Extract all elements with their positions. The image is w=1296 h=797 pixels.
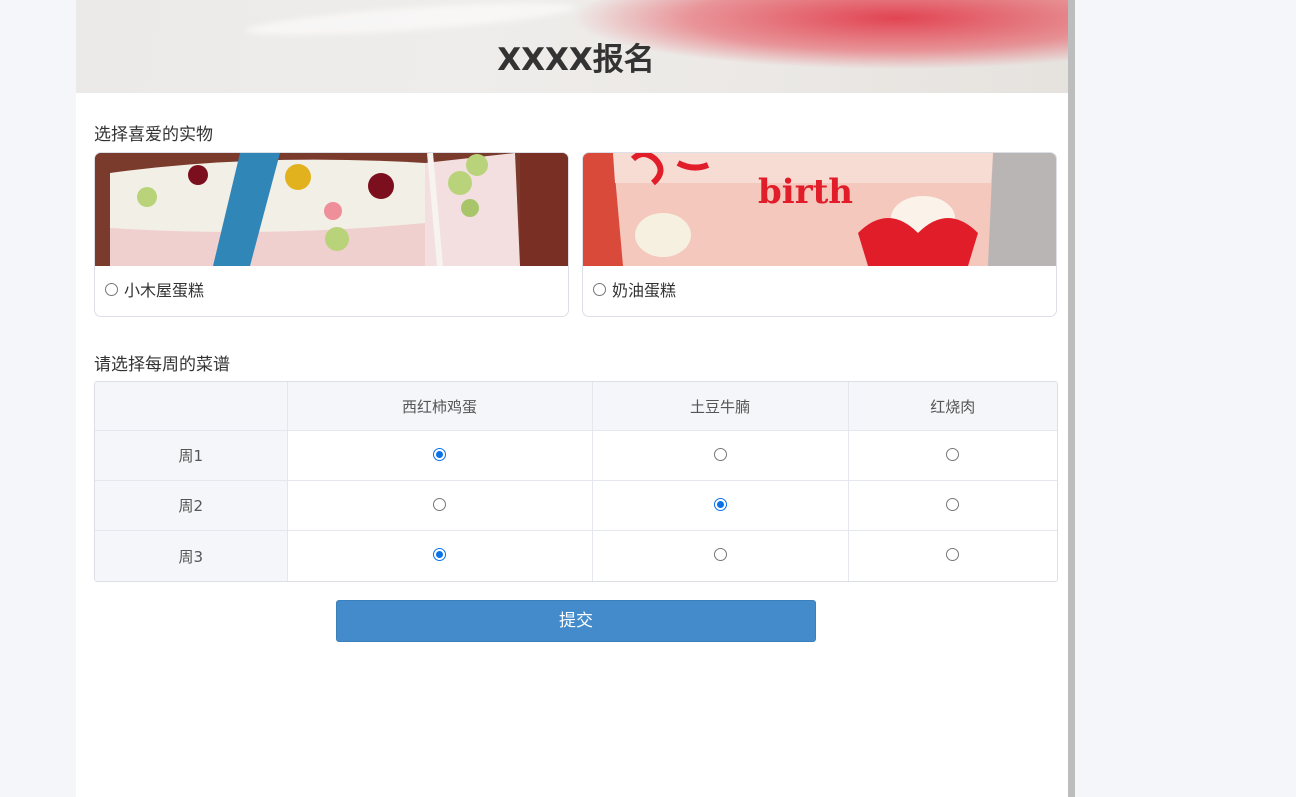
radio-week3-option3[interactable]: [946, 548, 960, 562]
option-label-cream-cake: 奶油蛋糕: [612, 281, 677, 300]
matrix-cell[interactable]: [286, 530, 593, 581]
question1-label: 选择喜爱的实物: [94, 125, 213, 145]
column-header: 西红柿鸡蛋: [286, 382, 593, 431]
scrollbar[interactable]: [1068, 0, 1075, 797]
svg-text:birth: birth: [758, 172, 853, 212]
column-header: 红烧肉: [847, 382, 1057, 431]
option-card-cabin-cake[interactable]: 小木屋蛋糕: [94, 152, 569, 317]
matrix-header-row: 西红柿鸡蛋 土豆牛腩 红烧肉: [95, 382, 1057, 431]
matrix-row: 周3: [95, 530, 1057, 581]
radio-week2-option3[interactable]: [946, 497, 960, 511]
radio-cream-cake[interactable]: [593, 282, 606, 296]
matrix-cell[interactable]: [847, 430, 1057, 482]
submit-button[interactable]: 提交: [336, 600, 816, 642]
matrix-cell[interactable]: [591, 480, 849, 532]
matrix-cell[interactable]: [847, 530, 1057, 581]
header-banner: XXXX报名: [76, 0, 1068, 93]
matrix-corner-cell: [95, 382, 288, 431]
option-cream-cake[interactable]: 奶油蛋糕: [593, 277, 676, 301]
form-page: XXXX报名 选择喜爱的实物 小木屋蛋糕 birth 奶油蛋糕 请选择每周的菜谱…: [76, 0, 1068, 797]
matrix-cell[interactable]: [591, 430, 849, 482]
page-title: XXXX报名: [497, 42, 655, 78]
option-label-cabin-cake: 小木屋蛋糕: [124, 281, 205, 300]
matrix-row: 周2: [95, 480, 1057, 532]
radio-week3-option1[interactable]: [433, 548, 446, 562]
menu-matrix: 西红柿鸡蛋 土豆牛腩 红烧肉 周1 周2 周3: [94, 381, 1058, 582]
radio-week3-option2[interactable]: [713, 548, 727, 562]
matrix-cell[interactable]: [847, 480, 1057, 532]
radio-week1-option2[interactable]: [713, 447, 727, 461]
question2-label: 请选择每周的菜谱: [94, 355, 230, 375]
matrix-cell[interactable]: [591, 530, 849, 581]
option-card-cream-cake[interactable]: birth 奶油蛋糕: [582, 152, 1057, 317]
matrix-cell[interactable]: [286, 480, 593, 532]
radio-week1-option3[interactable]: [946, 447, 960, 461]
radio-week2-option2[interactable]: [713, 497, 727, 511]
cabin-cake-image: [95, 153, 568, 266]
matrix-cell[interactable]: [286, 430, 593, 482]
row-header: 周3: [95, 530, 288, 581]
radio-cabin-cake[interactable]: [105, 282, 118, 296]
matrix-row: 周1: [95, 430, 1057, 482]
row-header: 周1: [95, 430, 288, 482]
radio-week2-option1[interactable]: [433, 497, 446, 511]
row-header: 周2: [95, 480, 288, 532]
radio-week1-option1[interactable]: [433, 447, 446, 461]
cream-cake-image: birth: [583, 153, 1056, 266]
option-cabin-cake[interactable]: 小木屋蛋糕: [105, 277, 204, 301]
column-header: 土豆牛腩: [591, 382, 849, 431]
